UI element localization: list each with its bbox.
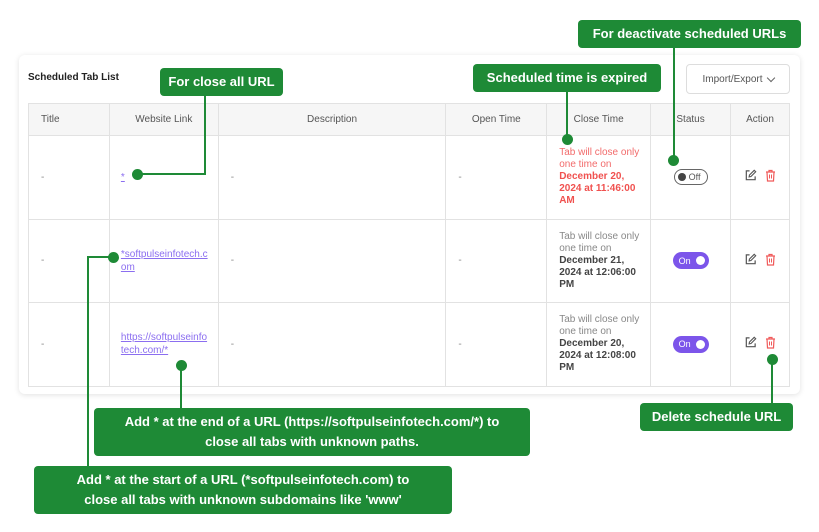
status-toggle[interactable]: Off	[673, 169, 708, 186]
scheduled-tab-table: Title Website Link Description Open Time…	[28, 103, 790, 387]
edit-icon[interactable]	[744, 169, 757, 185]
delete-icon[interactable]	[765, 253, 776, 269]
cell-close-time: Tab will close only one time on December…	[546, 302, 652, 387]
status-toggle-label: Off	[688, 172, 701, 183]
callout-text: close all tabs with unknown paths.	[205, 434, 419, 449]
cell-open-time: -	[445, 218, 548, 303]
connector-line	[566, 92, 568, 139]
cell-close-time: Tab will close only one time on December…	[546, 218, 652, 303]
toggle-knob	[695, 339, 705, 349]
callout-deactivate: For deactivate scheduled URLs	[578, 20, 801, 48]
connector-dot	[668, 155, 679, 166]
connector-dot	[132, 169, 143, 180]
edit-icon[interactable]	[744, 336, 757, 352]
connector-line	[138, 173, 206, 175]
close-time-date: December 20, 2024 at 12:08:00 PM	[559, 338, 636, 374]
cell-description: -	[217, 218, 447, 303]
cell-open-time: -	[445, 302, 548, 387]
close-time-prefix: Tab will close only one time on	[559, 147, 640, 171]
callout-start-wildcard: Add * at the start of a URL (*softpulsei…	[34, 466, 452, 514]
callout-text: Add * at the end of a URL (https://softp…	[124, 414, 500, 429]
connector-dot	[108, 252, 119, 263]
header-close-time: Close Time	[546, 103, 652, 136]
header-website-link: Website Link	[108, 103, 219, 136]
callout-close-all: For close all URL	[160, 68, 283, 96]
table-header-row: Title Website Link Description Open Time…	[28, 103, 790, 136]
close-time-prefix: Tab will close only one time on	[559, 314, 640, 338]
callout-end-wildcard: Add * at the end of a URL (https://softp…	[94, 408, 530, 456]
callout-text: close all tabs with unknown subdomains l…	[84, 492, 402, 507]
chevron-down-icon	[766, 73, 775, 82]
close-time-date: December 20, 2024 at 11:46:00 AM	[559, 171, 636, 207]
header-open-time: Open Time	[445, 103, 548, 136]
callout-text: Add * at the start of a URL (*softpulsei…	[76, 472, 410, 487]
status-toggle[interactable]: On	[672, 252, 709, 270]
cell-title: -	[28, 135, 110, 220]
toggle-knob	[695, 256, 705, 266]
connector-line	[180, 366, 182, 408]
table-row: - *softpulseinfotech.com - - Tab will cl…	[28, 218, 790, 303]
toggle-knob	[677, 173, 686, 182]
header-status: Status	[650, 103, 732, 136]
cell-description: -	[217, 302, 447, 387]
import-export-dropdown[interactable]: Import/Export	[686, 64, 790, 94]
connector-dot	[767, 354, 778, 365]
delete-icon[interactable]	[765, 169, 776, 185]
connector-dot	[176, 360, 187, 371]
import-export-label: Import/Export	[702, 73, 763, 85]
header-action: Action	[730, 103, 790, 136]
website-link[interactable]: https://softpulseinfotech.com/*	[121, 332, 207, 356]
website-link[interactable]: *	[121, 172, 125, 183]
close-time-prefix: Tab will close only one time on	[559, 230, 640, 254]
delete-icon[interactable]	[765, 336, 776, 352]
callout-delete: Delete schedule URL	[640, 403, 793, 431]
status-toggle-label: On	[678, 255, 691, 266]
table-row: - https://softpulseinfotech.com/* - - Ta…	[28, 302, 790, 387]
cell-close-time: Tab will close only one time on December…	[546, 135, 652, 220]
header-description: Description	[217, 103, 447, 136]
cell-open-time: -	[445, 135, 548, 220]
status-toggle[interactable]: On	[672, 335, 709, 353]
cell-title: -	[28, 302, 110, 387]
close-time-date: December 21, 2024 at 12:06:00 PM	[559, 254, 636, 290]
cell-description: -	[217, 135, 447, 220]
cell-title: -	[28, 218, 110, 303]
connector-line	[87, 256, 89, 466]
status-toggle-label: On	[678, 339, 691, 350]
panel-title: Scheduled Tab List	[28, 72, 119, 83]
edit-icon[interactable]	[744, 253, 757, 269]
connector-line	[204, 96, 206, 175]
table-row: - * - - Tab will close only one time on …	[28, 135, 790, 220]
connector-dot	[562, 134, 573, 145]
header-title: Title	[28, 103, 110, 136]
website-link[interactable]: *softpulseinfotech.com	[121, 249, 208, 273]
connector-line	[673, 48, 675, 158]
callout-expired: Scheduled time is expired	[473, 64, 661, 92]
